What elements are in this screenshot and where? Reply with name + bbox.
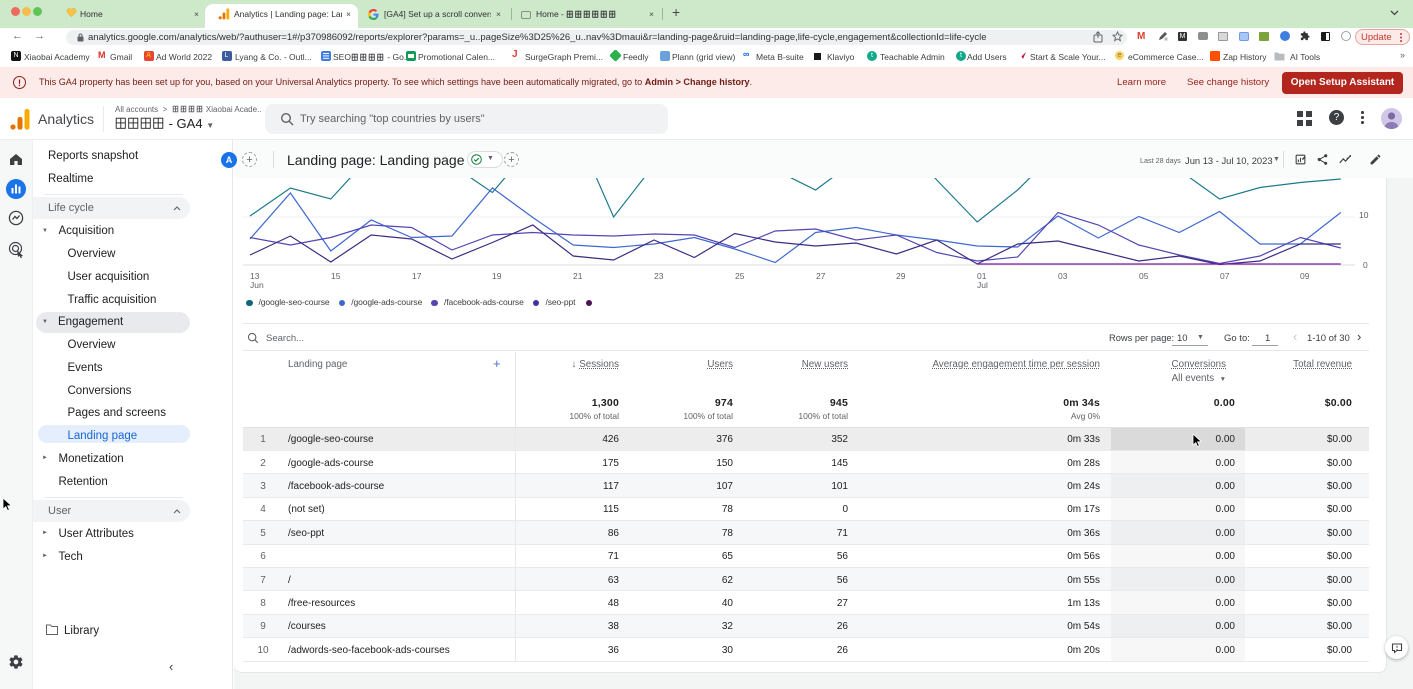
svg-text:07: 07	[1220, 271, 1230, 281]
svg-text:Jul: Jul	[977, 280, 988, 290]
svg-text:23: 23	[654, 271, 664, 281]
svg-text:15: 15	[331, 271, 341, 281]
svg-text:27: 27	[816, 271, 826, 281]
svg-text:21: 21	[573, 271, 583, 281]
svg-text:17: 17	[412, 271, 422, 281]
svg-text:19: 19	[492, 271, 502, 281]
svg-text:0: 0	[1363, 260, 1368, 270]
svg-text:29: 29	[896, 271, 906, 281]
svg-text:10: 10	[1359, 210, 1369, 220]
svg-text:25: 25	[735, 271, 745, 281]
svg-text:09: 09	[1300, 271, 1310, 281]
svg-text:05: 05	[1139, 271, 1149, 281]
svg-text:Jun: Jun	[250, 280, 264, 290]
svg-text:03: 03	[1058, 271, 1068, 281]
